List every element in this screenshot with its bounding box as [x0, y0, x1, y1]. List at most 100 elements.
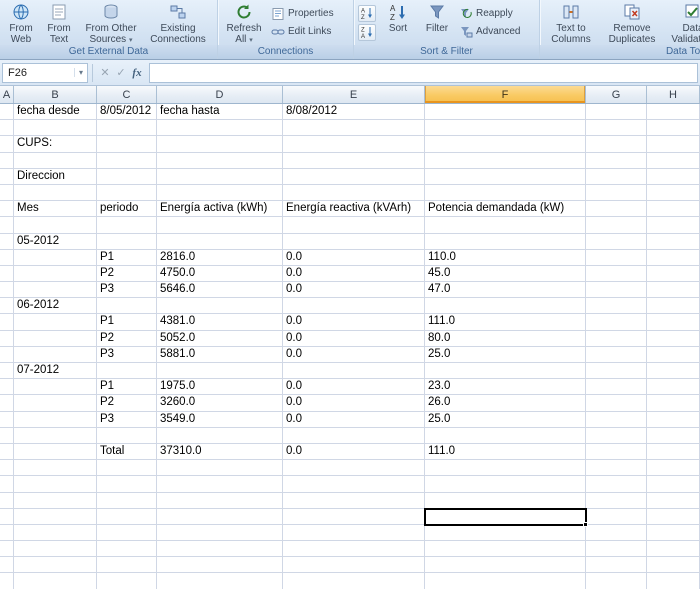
- cell-B24[interactable]: [14, 476, 97, 492]
- cell-E19[interactable]: 0.0: [283, 395, 425, 411]
- cell-D28[interactable]: [157, 541, 283, 557]
- cell-D18[interactable]: 1975.0: [157, 379, 283, 395]
- cell-H10[interactable]: [647, 250, 700, 266]
- cell-F15[interactable]: 80.0: [425, 331, 586, 347]
- cell-E28[interactable]: [283, 541, 425, 557]
- cell-E10[interactable]: 0.0: [283, 250, 425, 266]
- cell-D29[interactable]: [157, 557, 283, 573]
- cell-A29[interactable]: [0, 557, 14, 573]
- cell-F3[interactable]: [425, 136, 586, 152]
- cell-H1[interactable]: [647, 104, 700, 120]
- cell-C4[interactable]: [97, 153, 157, 169]
- cell-D22[interactable]: 37310.0: [157, 444, 283, 460]
- cell-E9[interactable]: [283, 234, 425, 250]
- cell-E21[interactable]: [283, 428, 425, 444]
- cell-A26[interactable]: [0, 509, 14, 525]
- cell-H9[interactable]: [647, 234, 700, 250]
- cell-G28[interactable]: [586, 541, 647, 557]
- cell-A22[interactable]: [0, 444, 14, 460]
- cell-G17[interactable]: [586, 363, 647, 379]
- cell-A2[interactable]: [0, 120, 14, 136]
- cell-F4[interactable]: [425, 153, 586, 169]
- cell-G2[interactable]: [586, 120, 647, 136]
- cell-D10[interactable]: 2816.0: [157, 250, 283, 266]
- cell-E23[interactable]: [283, 460, 425, 476]
- cell-F29[interactable]: [425, 557, 586, 573]
- cell-C7[interactable]: periodo: [97, 201, 157, 217]
- cell-F5[interactable]: [425, 169, 586, 185]
- from-text-button[interactable]: From Text: [40, 1, 78, 44]
- properties-button[interactable]: Properties: [271, 7, 345, 21]
- cell-A14[interactable]: [0, 314, 14, 330]
- cell-C15[interactable]: P2: [97, 331, 157, 347]
- cell-E27[interactable]: [283, 525, 425, 541]
- text-to-columns-button[interactable]: Text to Columns: [542, 1, 600, 44]
- cell-G11[interactable]: [586, 266, 647, 282]
- cell-F27[interactable]: [425, 525, 586, 541]
- cell-D16[interactable]: 5881.0: [157, 347, 283, 363]
- cell-D25[interactable]: [157, 493, 283, 509]
- cell-E18[interactable]: 0.0: [283, 379, 425, 395]
- cell-G24[interactable]: [586, 476, 647, 492]
- cell-D4[interactable]: [157, 153, 283, 169]
- cell-H23[interactable]: [647, 460, 700, 476]
- cell-E26[interactable]: [283, 509, 425, 525]
- cell-G26[interactable]: [586, 509, 647, 525]
- cell-H19[interactable]: [647, 395, 700, 411]
- cell-C24[interactable]: [97, 476, 157, 492]
- cell-A13[interactable]: [0, 298, 14, 314]
- cell-F17[interactable]: [425, 363, 586, 379]
- cell-C11[interactable]: P2: [97, 266, 157, 282]
- cell-A17[interactable]: [0, 363, 14, 379]
- cell-D1[interactable]: fecha hasta: [157, 104, 283, 120]
- selected-cell-F26[interactable]: [424, 508, 587, 526]
- cell-G30[interactable]: [586, 573, 647, 589]
- cell-A9[interactable]: [0, 234, 14, 250]
- cancel-icon[interactable]: ✕: [97, 66, 113, 79]
- cell-C3[interactable]: [97, 136, 157, 152]
- name-box-dropdown-icon[interactable]: ▾: [74, 68, 87, 77]
- cell-F23[interactable]: [425, 460, 586, 476]
- cell-G14[interactable]: [586, 314, 647, 330]
- cell-B15[interactable]: [14, 331, 97, 347]
- cell-A11[interactable]: [0, 266, 14, 282]
- cell-C19[interactable]: P2: [97, 395, 157, 411]
- cell-H3[interactable]: [647, 136, 700, 152]
- cell-E16[interactable]: 0.0: [283, 347, 425, 363]
- cell-G18[interactable]: [586, 379, 647, 395]
- cell-B14[interactable]: [14, 314, 97, 330]
- cell-A23[interactable]: [0, 460, 14, 476]
- cell-A8[interactable]: [0, 217, 14, 233]
- cell-G16[interactable]: [586, 347, 647, 363]
- cell-A20[interactable]: [0, 412, 14, 428]
- cell-A7[interactable]: [0, 201, 14, 217]
- cell-G6[interactable]: [586, 185, 647, 201]
- cell-D2[interactable]: [157, 120, 283, 136]
- advanced-button[interactable]: Advanced: [459, 25, 531, 39]
- cell-A21[interactable]: [0, 428, 14, 444]
- cell-C27[interactable]: [97, 525, 157, 541]
- cell-G27[interactable]: [586, 525, 647, 541]
- cell-B10[interactable]: [14, 250, 97, 266]
- cell-B8[interactable]: [14, 217, 97, 233]
- reapply-button[interactable]: Reapply: [459, 7, 531, 21]
- cell-G10[interactable]: [586, 250, 647, 266]
- cell-B27[interactable]: [14, 525, 97, 541]
- cell-H8[interactable]: [647, 217, 700, 233]
- column-header-B[interactable]: B: [14, 86, 97, 103]
- cell-C25[interactable]: [97, 493, 157, 509]
- column-header-E[interactable]: E: [283, 86, 425, 103]
- cell-B11[interactable]: [14, 266, 97, 282]
- cell-E20[interactable]: 0.0: [283, 412, 425, 428]
- cell-G22[interactable]: [586, 444, 647, 460]
- cell-A19[interactable]: [0, 395, 14, 411]
- cell-D19[interactable]: 3260.0: [157, 395, 283, 411]
- cell-C5[interactable]: [97, 169, 157, 185]
- sort-button[interactable]: AZ Sort: [378, 1, 418, 44]
- cell-A4[interactable]: [0, 153, 14, 169]
- cell-G1[interactable]: [586, 104, 647, 120]
- cell-A6[interactable]: [0, 185, 14, 201]
- cell-F24[interactable]: [425, 476, 586, 492]
- cell-D13[interactable]: [157, 298, 283, 314]
- cell-B16[interactable]: [14, 347, 97, 363]
